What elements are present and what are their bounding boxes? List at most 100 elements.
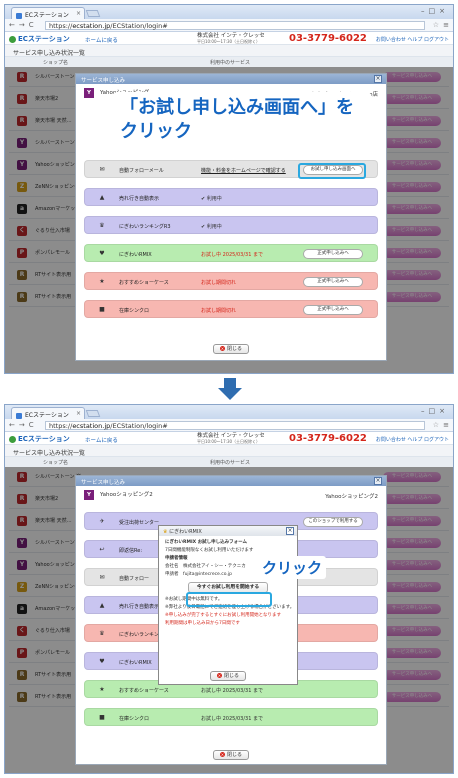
service-icon: ■ [99,714,105,721]
service-name: 自動フォロー [119,576,150,582]
forward-icon[interactable]: → [19,421,25,429]
service-icon: ♛ [99,222,105,229]
modal-header: サービス申し込み × [76,74,386,84]
service-icon: ✉ [99,574,105,581]
site-logo[interactable]: ECステーション [9,34,70,44]
url-field[interactable]: https://ecstation.jp/ECStation/login# [45,421,425,430]
close-tab-icon[interactable]: × [76,410,81,417]
header-links[interactable]: お問い合わせ ヘルプ ログアウト [376,436,449,443]
home-link[interactable]: ホームに戻る [85,436,118,444]
address-bar: ← → C https://ecstation.jp/ECStation/login… [5,19,453,32]
modal-close-button[interactable]: × 閉じる [213,344,249,354]
service-icon: ■ [99,306,105,313]
service-action-button[interactable]: 正式申し込みへ [303,277,363,287]
service-name: 受注出荷センター [119,520,160,526]
new-tab-button[interactable] [85,410,101,417]
modal-close-icon[interactable]: × [374,477,382,485]
service-icon: ▲ [99,602,105,609]
trial-close-button[interactable]: × 閉じる [210,671,246,681]
service-row: ♛ にぎわいランキングR3 ✔ 利用中 [84,216,378,234]
service-action-button[interactable]: 正式申し込みへ [303,305,363,315]
page-title: サービス申し込み状況一覧 [5,445,453,457]
menu-icon[interactable]: ≡ [443,421,449,429]
close-tab-icon[interactable]: × [76,10,81,17]
close-circle-icon: × [219,752,225,757]
service-name: 在庫シンクロ [119,716,150,722]
url-field[interactable]: https://ecstation.jp/ECStation/login# [45,21,425,30]
table-header: ショップ名 利用中のサービス [5,57,453,67]
yahoo-icon: Y [84,490,94,500]
company-value: 株式会社アイ・シー・テクニカ [183,564,246,569]
service-icon: ♥ [99,658,105,665]
trial-dialog-header: ♛ にぎわいRMIX × [159,526,297,536]
close-label: 閉じる [226,752,242,758]
home-link[interactable]: ホームに戻る [85,36,118,44]
back-icon[interactable]: ← [9,421,15,429]
business-hours: 平日10:00〜17:30（土日祝除く） [197,39,261,44]
highlight-trial-button [298,163,366,179]
service-action-button[interactable]: このショップで利用する [303,517,363,527]
window-controls[interactable]: –□× [421,407,449,415]
company-info: 株式会社 インテ・クレッセ 平日10:00〜17:30（土日祝除く） [197,33,265,45]
browser-titlebar: ECステーション × –□× [5,5,453,19]
trial-form-subtext: 7日間機能制限なくお試し利用いただけます [165,548,254,553]
modal-shop-right: Yahooショッピング2 [325,494,378,500]
close-label: 閉じる [223,673,239,679]
bookmark-star-icon[interactable]: ☆ [433,21,439,29]
service-action-button[interactable]: 正式申し込みへ [303,249,363,259]
service-name: にぎわいRMIX [119,252,152,258]
service-icon: ✈ [99,518,105,525]
back-icon[interactable]: ← [9,21,15,29]
callout-1-text: 「お試し申し込み画面へ」をクリック [120,97,354,142]
note-start: ※申し込みが完了するとすぐにお試し利用開始となります [165,613,281,618]
service-row: ♥ にぎわいRMIX お試し中 2025/03/31 まで 正式申し込みへ [84,244,378,262]
service-name: 在庫シンクロ [119,308,150,314]
page-title: サービス申し込み状況一覧 [5,45,453,57]
browser-titlebar: ECステーション × –□× [5,405,453,419]
instruction-callout-2: クリック [258,556,327,579]
modal-shop-row: Y Yahooショッピング2 Yahooショッピング2 [84,490,378,504]
service-icon: ▲ [99,194,105,201]
browser-tab[interactable]: ECステーション × [11,7,85,19]
url-host: ecstation.jp [72,422,111,430]
window-controls[interactable]: –□× [421,7,449,15]
modal-title: サービス申し込み [81,78,126,84]
url-path: /ECStation/login# [110,422,168,430]
browser-tab[interactable]: ECステーション × [11,407,85,419]
reload-icon[interactable]: C [29,421,34,429]
screenshot-before: ECステーション × –□× ← → C https://ecstation.jp/E… [4,4,454,374]
url-prefix: https:// [49,22,73,30]
logo-icon [9,35,16,43]
company-label: 会社名 [165,564,179,569]
service-status: お試し期間切れ [201,308,237,314]
service-row: ■ 在庫シンクロ お試し期間切れ 正式申し込みへ [84,300,378,318]
reload-icon[interactable]: C [29,21,34,29]
service-icon: ★ [99,278,105,285]
site-header: ECステーション ホームに戻る 株式会社 インテ・クレッセ 平日10:00〜17:… [5,32,453,45]
url-prefix: https:// [49,422,73,430]
callout-2-text: クリック [262,559,323,577]
header-links[interactable]: お問い合わせ ヘルプ ログアウト [376,36,449,43]
service-status: お試し期間切れ [201,280,237,286]
phone-number: 03-3779-6022 [289,433,367,444]
close-label: 閉じる [226,346,242,352]
service-name: にぎわいランキングR3 [119,224,171,230]
new-tab-button[interactable] [85,10,101,17]
service-status: ✔ 利用中 [201,224,222,230]
modal-close-icon[interactable]: × [374,75,382,83]
modal-shop-name: Yahooショッピング2 [100,492,153,498]
service-name: 売れ行き自動表示 [119,604,160,610]
close-circle-icon: × [219,346,225,351]
service-status: お試し中 2025/03/31 まで [201,716,263,722]
site-logo[interactable]: ECステーション [9,434,70,444]
table-header: ショップ名 利用中のサービス [5,457,453,467]
favicon-icon [16,12,22,19]
menu-icon[interactable]: ≡ [443,21,449,29]
forward-icon[interactable]: → [19,21,25,29]
col-service: 利用中のサービス [210,60,251,66]
trial-dialog-close-icon[interactable]: × [286,527,294,535]
service-name: おすすめショーケース [119,688,169,694]
bookmark-star-icon[interactable]: ☆ [433,421,439,429]
modal-close-button[interactable]: × 閉じる [213,750,249,760]
trial-form-heading: にぎわいRMIX お試し申し込みフォーム [165,540,248,545]
